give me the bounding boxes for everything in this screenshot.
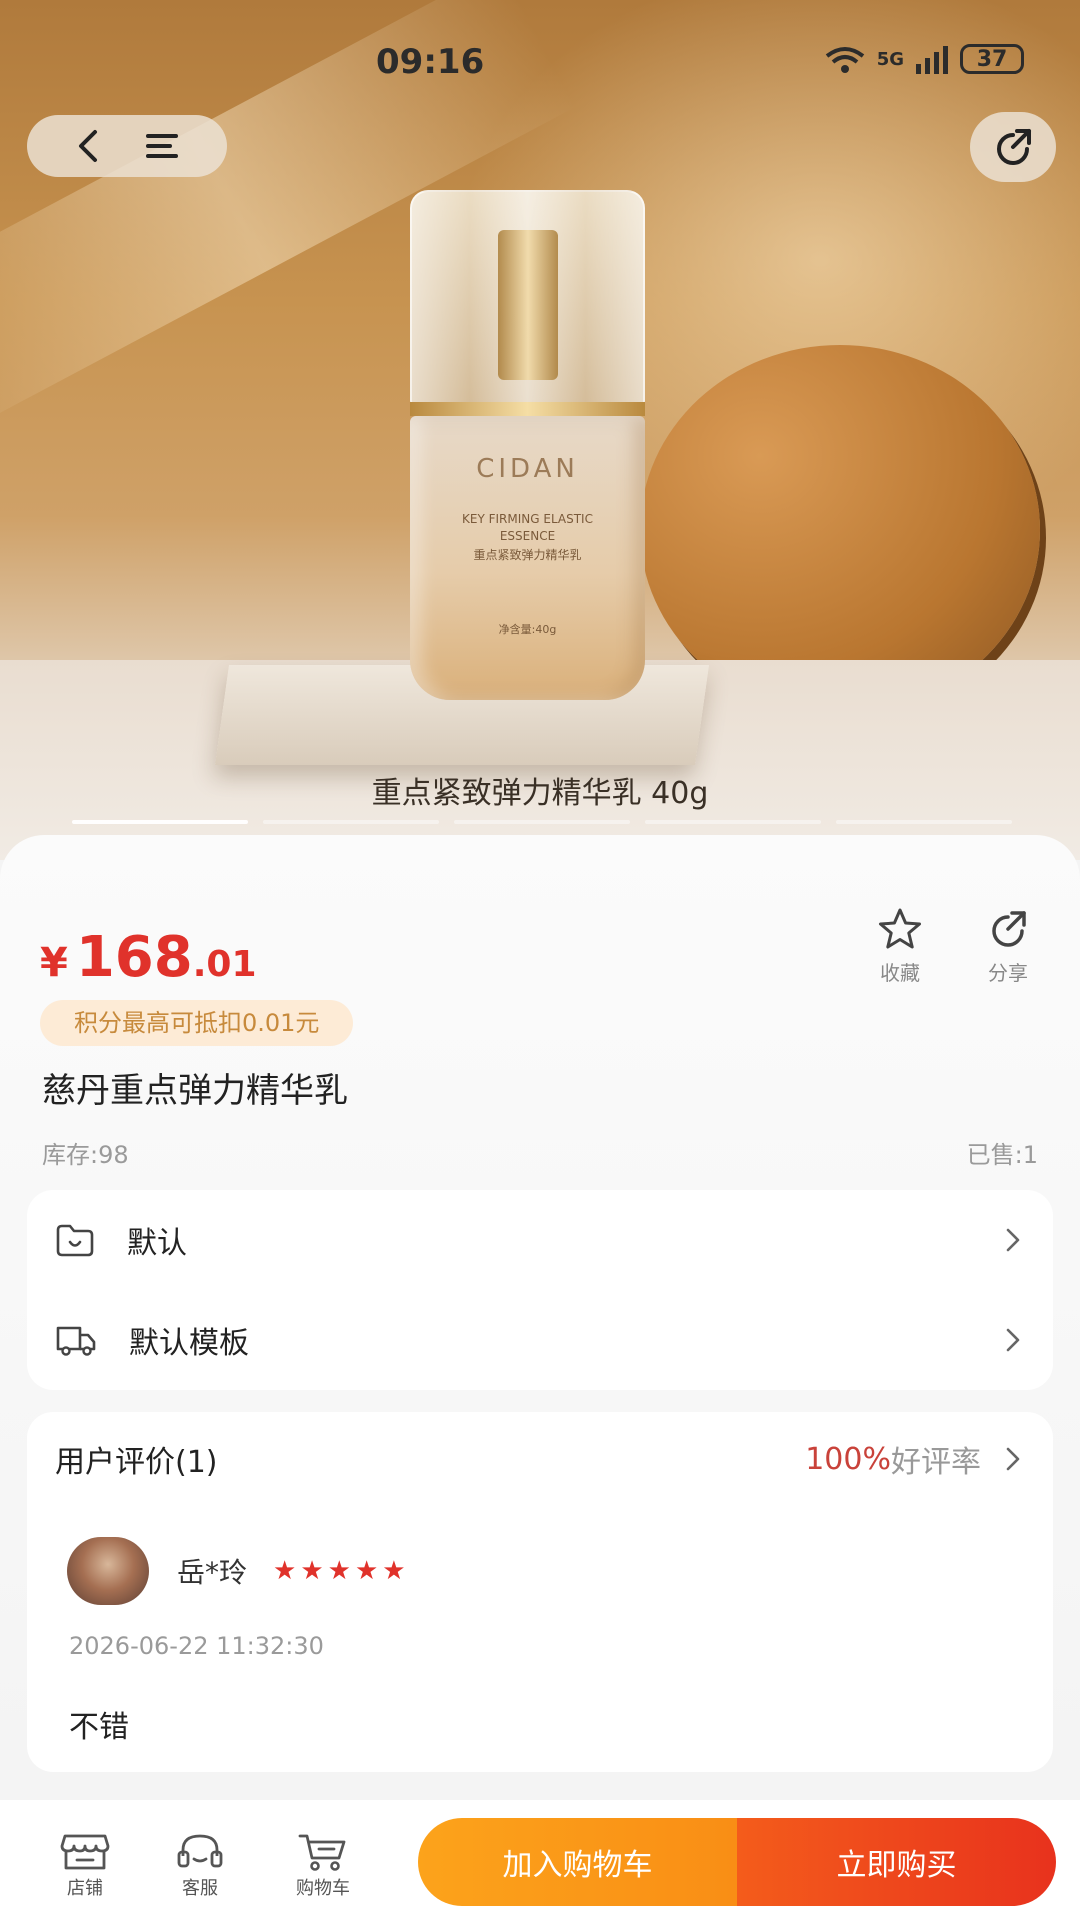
carousel-indicators bbox=[72, 820, 1012, 824]
wifi-icon bbox=[825, 47, 864, 73]
share-icon bbox=[997, 129, 1031, 165]
delivery-truck-icon bbox=[56, 1326, 96, 1356]
bottle-pump bbox=[498, 230, 558, 380]
star-filled-icon: ★ bbox=[273, 1556, 297, 1586]
reviews-card: 用户评价(1) 100% 好评率 岳*玲 ★ ★ ★ ★ ★ 2026-06-2… bbox=[27, 1412, 1053, 1772]
bottle-collar bbox=[410, 402, 645, 416]
reviewer-name: 岳*玲 bbox=[177, 1556, 248, 1589]
carousel-dot[interactable] bbox=[454, 820, 630, 824]
status-time: 09:16 bbox=[376, 42, 485, 82]
reviews-title: 用户评价(1) bbox=[55, 1445, 218, 1480]
bottle-brand: CIDAN bbox=[476, 454, 579, 484]
positive-rate-label: 好评率 bbox=[891, 1445, 981, 1480]
avatar bbox=[67, 1537, 149, 1605]
review-date: 2026-06-22 11:32:30 bbox=[69, 1632, 324, 1660]
star-outline-icon bbox=[879, 908, 921, 949]
nav-pill bbox=[27, 115, 227, 177]
rating-stars: ★ ★ ★ ★ ★ bbox=[273, 1556, 406, 1586]
carousel-dot[interactable] bbox=[263, 820, 439, 824]
option-row-spec[interactable]: 默认 bbox=[27, 1190, 1053, 1290]
options-card: 默认 默认模板 bbox=[27, 1190, 1053, 1390]
share-button-top[interactable] bbox=[970, 112, 1056, 182]
side-actions: 收藏 分享 bbox=[870, 907, 1038, 986]
carousel-dot[interactable] bbox=[645, 820, 821, 824]
cart-tab-label: 购物车 bbox=[296, 1878, 350, 1899]
bottle-label-line: 重点紧致弹力精华乳 bbox=[473, 548, 582, 562]
battery-icon: 37 bbox=[960, 44, 1024, 74]
image-caption: 重点紧致弹力精华乳 40g bbox=[371, 776, 709, 811]
bottle-label-line: ESSENCE bbox=[499, 529, 556, 543]
points-badge: 积分最高可抵扣0.01元 bbox=[40, 1000, 354, 1046]
bottom-action-bar: 店铺 客服 购物车 加入购物车 立即购买 bbox=[0, 1800, 1080, 1920]
option-row-shipping[interactable]: 默认模板 bbox=[27, 1290, 1053, 1390]
product-bottle-image: CIDAN KEY FIRMING ELASTIC ESSENCE 重点紧致弹力… bbox=[410, 190, 645, 700]
share-label: 分享 bbox=[988, 961, 1028, 985]
carousel-dot-active[interactable] bbox=[72, 820, 248, 824]
price-decimal: .01 bbox=[192, 944, 257, 985]
bottle-label-line: KEY FIRMING ELASTIC bbox=[462, 512, 593, 526]
star-filled-icon: ★ bbox=[300, 1556, 324, 1586]
cta-group: 加入购物车 立即购买 bbox=[418, 1818, 1056, 1906]
headset-icon bbox=[177, 1834, 223, 1868]
back-icon[interactable] bbox=[73, 128, 103, 164]
service-tab-label: 客服 bbox=[182, 1878, 218, 1899]
chevron-right-icon bbox=[1006, 1228, 1020, 1252]
review-text: 不错 bbox=[69, 1710, 129, 1745]
chevron-right-icon bbox=[1006, 1328, 1020, 1352]
carousel-dot[interactable] bbox=[836, 820, 1012, 824]
stock-row: 库存:98 已售:1 bbox=[42, 1135, 1038, 1170]
folder-icon bbox=[56, 1224, 94, 1257]
battery-level: 37 bbox=[976, 46, 1008, 72]
store-tab-label: 店铺 bbox=[67, 1878, 103, 1899]
product-info-panel: ¥ 168 .01 收藏 分享 积分最高可抵扣0.01元 慈丹重点弹力精华乳 库… bbox=[0, 835, 1080, 1920]
chevron-right-icon bbox=[1006, 1447, 1020, 1471]
status-icons: 5G 37 bbox=[823, 44, 1024, 74]
positive-rate-value: 100% bbox=[805, 1441, 891, 1477]
menu-icon[interactable] bbox=[142, 130, 182, 162]
star-filled-icon: ★ bbox=[382, 1556, 406, 1586]
share-icon bbox=[992, 911, 1026, 947]
favorite-label: 收藏 bbox=[880, 961, 920, 985]
store-tab[interactable]: 店铺 bbox=[40, 1832, 130, 1900]
stock-count: 库存:98 bbox=[42, 1141, 129, 1169]
reviewer-info: 岳*玲 ★ ★ ★ ★ ★ bbox=[67, 1537, 406, 1605]
cart-tab[interactable]: 购物车 bbox=[278, 1832, 368, 1900]
currency-symbol: ¥ bbox=[40, 940, 68, 986]
network-type: 5G bbox=[876, 48, 904, 70]
share-button[interactable]: 分享 bbox=[978, 907, 1038, 986]
sold-count: 已售:1 bbox=[966, 1141, 1038, 1169]
add-to-cart-button[interactable]: 加入购物车 bbox=[418, 1818, 737, 1906]
price: ¥ 168 .01 bbox=[40, 925, 257, 990]
product-title: 慈丹重点弹力精华乳 bbox=[42, 1071, 348, 1111]
buy-now-button[interactable]: 立即购买 bbox=[737, 1818, 1056, 1906]
option-label: 默认 bbox=[127, 1226, 187, 1261]
star-filled-icon: ★ bbox=[354, 1556, 379, 1586]
cart-icon bbox=[298, 1834, 346, 1871]
star-filled-icon: ★ bbox=[327, 1556, 351, 1586]
bottle-body: CIDAN KEY FIRMING ELASTIC ESSENCE 重点紧致弹力… bbox=[410, 416, 645, 700]
price-integer: 168 bbox=[75, 925, 193, 990]
favorite-button[interactable]: 收藏 bbox=[870, 907, 930, 986]
signal-icon bbox=[916, 46, 948, 74]
store-icon bbox=[60, 1834, 110, 1870]
service-tab[interactable]: 客服 bbox=[155, 1832, 245, 1900]
bottle-net-weight: 净含量:40g bbox=[498, 623, 557, 636]
option-label: 默认模板 bbox=[129, 1326, 249, 1361]
reviews-header[interactable]: 用户评价(1) 100% 好评率 bbox=[55, 1434, 1023, 1484]
